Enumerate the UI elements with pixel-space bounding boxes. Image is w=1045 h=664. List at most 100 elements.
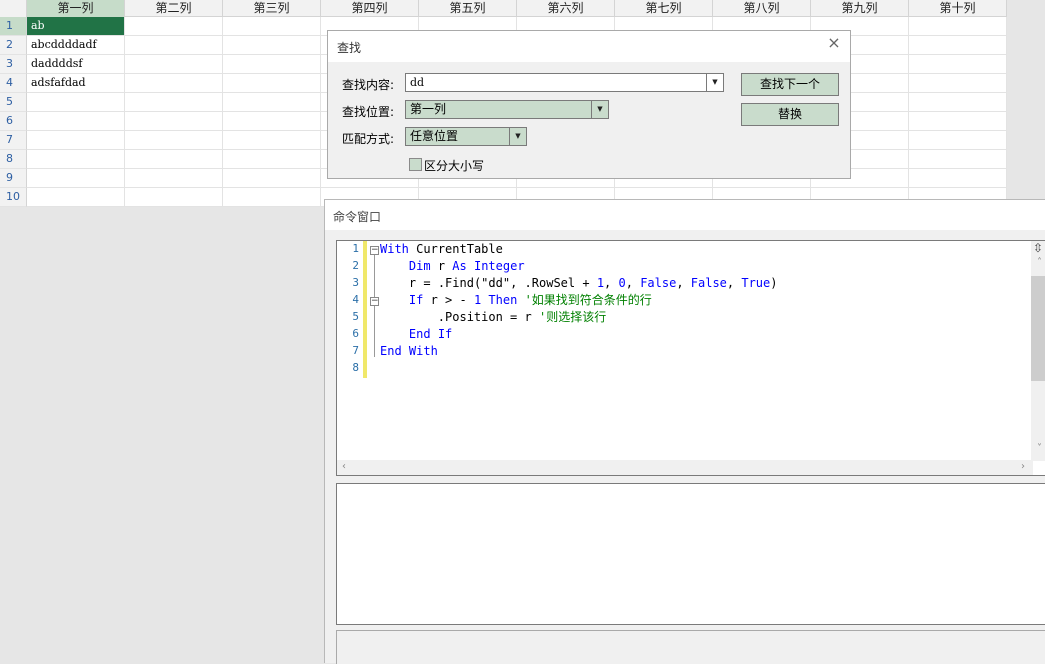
grid-cell[interactable] [125, 74, 223, 93]
row-header-8[interactable]: 8 [0, 150, 27, 169]
grid-cell[interactable] [909, 131, 1007, 150]
dropdown-arrow-icon[interactable]: ▼ [591, 101, 608, 118]
grid-cell[interactable] [27, 188, 125, 207]
column-header-3[interactable]: 第三列 [223, 0, 321, 17]
code-line[interactable]: .Position = r '则选择该行 [380, 309, 606, 326]
scroll-thumb[interactable] [1031, 276, 1045, 381]
grid-cell[interactable] [909, 55, 1007, 74]
grid-cell[interactable] [223, 93, 321, 112]
column-header-4[interactable]: 第四列 [321, 0, 419, 17]
column-header-5[interactable]: 第五列 [419, 0, 517, 17]
column-header-7[interactable]: 第七列 [615, 0, 713, 17]
find-content-value[interactable]: dd [410, 76, 424, 89]
row-header-6[interactable]: 6 [0, 112, 27, 131]
scroll-left-icon[interactable]: ‹ [342, 461, 346, 472]
grid-cell[interactable] [125, 36, 223, 55]
line-number: 3 [352, 276, 359, 289]
grid-cell[interactable] [223, 131, 321, 150]
row-header-3[interactable]: 3 [0, 55, 27, 74]
find-location-value[interactable]: 第一列 [410, 102, 446, 116]
grid-cell[interactable] [125, 112, 223, 131]
find-dialog-titlebar[interactable] [328, 31, 850, 62]
grid-cell[interactable] [125, 93, 223, 112]
grid-cell[interactable] [223, 169, 321, 188]
grid-cell[interactable] [909, 112, 1007, 131]
close-icon[interactable]: × [826, 35, 842, 51]
row-header-4[interactable]: 4 [0, 74, 27, 93]
output-pane[interactable] [336, 483, 1045, 625]
row-header-2[interactable]: 2 [0, 36, 27, 55]
scroll-right-icon[interactable]: › [1021, 461, 1025, 472]
find-next-button[interactable]: 查找下一个 [741, 73, 839, 96]
grid-cell[interactable] [909, 74, 1007, 93]
grid-cell[interactable] [909, 17, 1007, 36]
grid-cell[interactable] [125, 17, 223, 36]
command-window-title: 命令窗口 [333, 210, 382, 224]
column-header-8[interactable]: 第八列 [713, 0, 811, 17]
row-header-9[interactable]: 9 [0, 169, 27, 188]
match-mode-label: 匹配方式: [342, 132, 395, 146]
match-mode-value[interactable]: 任意位置 [410, 129, 458, 143]
column-header-row: 第一列 第二列 第三列 第四列 第五列 第六列 第七列 第八列 第九列 第十列 [0, 0, 1007, 17]
grid-cell[interactable] [223, 17, 321, 36]
row-header-7[interactable]: 7 [0, 131, 27, 150]
code-line[interactable]: With CurrentTable [380, 241, 503, 258]
column-header-2[interactable]: 第二列 [125, 0, 223, 17]
grid-cell[interactable] [223, 36, 321, 55]
scroll-down-icon[interactable]: ˅ [1037, 443, 1042, 454]
code-line[interactable]: If r > - 1 Then '如果找到符合条件的行 [380, 292, 652, 309]
grid-cell[interactable] [909, 169, 1007, 188]
grid-cell[interactable] [223, 55, 321, 74]
grid-cell[interactable] [125, 131, 223, 150]
grid-cell[interactable]: ab [27, 17, 125, 36]
collapse-icon[interactable]: − [370, 297, 379, 306]
case-sensitive-checkbox[interactable] [409, 158, 422, 171]
grid-cell[interactable] [27, 169, 125, 188]
line-number: 2 [352, 259, 359, 272]
match-mode-select[interactable]: 任意位置 ▼ [405, 127, 527, 146]
collapse-icon[interactable]: − [370, 246, 379, 255]
grid-cell[interactable] [223, 112, 321, 131]
grid-cell[interactable] [223, 74, 321, 93]
code-line[interactable]: End If [380, 326, 452, 343]
grid-cell[interactable] [125, 188, 223, 207]
command-window-titlebar[interactable]: 命令窗口 [325, 200, 1045, 230]
grid-cell[interactable] [223, 150, 321, 169]
split-handle-icon[interactable]: ⇳ [1033, 241, 1043, 255]
code-line[interactable]: End With [380, 343, 438, 360]
find-content-combo[interactable]: dd ▼ [405, 73, 724, 92]
grid-cell[interactable]: daddddsf [27, 55, 125, 74]
column-header-9[interactable]: 第九列 [811, 0, 909, 17]
grid-cell[interactable]: adsfafdad [27, 74, 125, 93]
row-header-10[interactable]: 10 [0, 188, 27, 207]
grid-cell[interactable] [909, 93, 1007, 112]
code-line[interactable]: r = .Find("dd", .RowSel + 1, 0, False, F… [380, 275, 778, 292]
grid-cell[interactable] [223, 188, 321, 207]
grid-cell[interactable] [125, 169, 223, 188]
grid-cell[interactable] [27, 112, 125, 131]
scroll-up-icon[interactable]: ˄ [1037, 257, 1042, 268]
grid-cell[interactable]: abcddddadf [27, 36, 125, 55]
horizontal-scrollbar[interactable]: ‹ › [337, 460, 1033, 475]
row-header-1[interactable]: 1 [0, 17, 27, 36]
grid-cell[interactable] [909, 150, 1007, 169]
replace-button[interactable]: 替换 [741, 103, 839, 126]
code-line[interactable]: Dim r As Integer [380, 258, 525, 275]
grid-cell[interactable] [27, 93, 125, 112]
grid-cell[interactable] [909, 36, 1007, 55]
find-location-select[interactable]: 第一列 ▼ [405, 100, 609, 119]
grid-cell[interactable] [27, 131, 125, 150]
column-header-1[interactable]: 第一列 [27, 0, 125, 17]
column-header-10[interactable]: 第十列 [909, 0, 1007, 17]
row-header-5[interactable]: 5 [0, 93, 27, 112]
grid-cell[interactable] [125, 55, 223, 74]
dropdown-arrow-icon[interactable]: ▼ [509, 128, 526, 145]
grid-cell[interactable] [125, 150, 223, 169]
vertical-scrollbar[interactable]: ⇳ ˄ ˅ [1031, 241, 1045, 461]
grid-corner[interactable] [0, 0, 27, 17]
grid-cell[interactable] [27, 150, 125, 169]
column-header-6[interactable]: 第六列 [517, 0, 615, 17]
dropdown-arrow-icon[interactable]: ▼ [706, 74, 723, 91]
case-sensitive-label[interactable]: 区分大小写 [424, 157, 484, 174]
code-editor[interactable]: 1 2 3 4 5 6 7 8 − − With CurrentTable Di… [336, 240, 1045, 476]
